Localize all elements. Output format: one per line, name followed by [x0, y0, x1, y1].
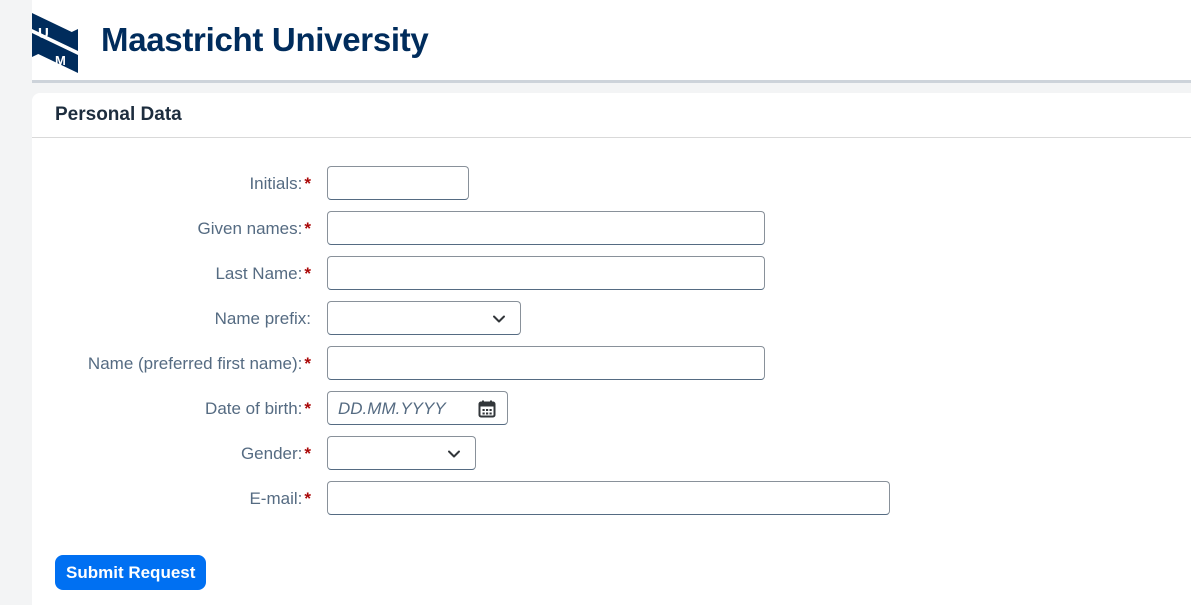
required-marker: *	[304, 354, 311, 373]
preferred-name-label: Name (preferred first name): *	[87, 354, 311, 373]
gender-label: Gender: *	[240, 444, 311, 463]
date-of-birth-input[interactable]: DD.MM.YYYY	[327, 391, 508, 425]
date-placeholder: DD.MM.YYYY	[338, 399, 446, 418]
required-marker: *	[304, 444, 311, 463]
required-marker: *	[304, 219, 311, 238]
um-logo-icon: U M	[32, 13, 78, 73]
initials-row: Initials: *	[32, 166, 1191, 202]
preferred-name-row: Name (preferred first name): *	[32, 346, 1191, 382]
gender-select[interactable]	[327, 436, 476, 470]
email-input[interactable]	[327, 481, 890, 515]
logo-letter-u: U	[38, 25, 49, 42]
calendar-icon[interactable]	[477, 399, 497, 419]
gender-row: Gender: *	[32, 436, 1191, 472]
preferred-name-input[interactable]	[327, 346, 765, 380]
name-prefix-select[interactable]	[327, 301, 521, 335]
given-names-input[interactable]	[327, 211, 765, 245]
personal-data-panel: Personal Data Initials: * Given names: * L…	[32, 93, 1191, 605]
required-marker: *	[304, 174, 311, 193]
chevron-down-icon[interactable]	[447, 447, 461, 461]
email-label: E-mail: *	[249, 489, 311, 508]
logo-letter-m: M	[55, 53, 66, 68]
required-marker: *	[304, 399, 311, 418]
panel-title: Personal Data	[55, 104, 182, 125]
header-divider	[32, 80, 1191, 83]
required-marker: *	[304, 264, 311, 283]
name-prefix-label: Name prefix:	[214, 309, 311, 328]
chevron-down-icon[interactable]	[492, 312, 506, 326]
email-row: E-mail: *	[32, 481, 1191, 517]
app-header: U M Maastricht University	[32, 0, 1191, 80]
panel-divider	[32, 137, 1191, 138]
given-names-row: Given names: *	[32, 211, 1191, 247]
last-name-input[interactable]	[327, 256, 765, 290]
submit-request-button[interactable]: Submit Request	[55, 555, 207, 590]
last-name-label: Last Name: *	[215, 264, 311, 283]
name-prefix-row: Name prefix:	[32, 301, 1191, 337]
brand-name: Maastricht University	[101, 21, 429, 58]
initials-label: Initials: *	[249, 174, 311, 193]
date-of-birth-row: Date of birth: * DD.MM.YYYY	[32, 391, 1191, 427]
initials-input[interactable]	[327, 166, 469, 200]
last-name-row: Last Name: *	[32, 256, 1191, 292]
required-marker: *	[304, 489, 311, 508]
date-of-birth-label: Date of birth: *	[205, 399, 311, 418]
given-names-label: Given names: *	[197, 219, 311, 238]
